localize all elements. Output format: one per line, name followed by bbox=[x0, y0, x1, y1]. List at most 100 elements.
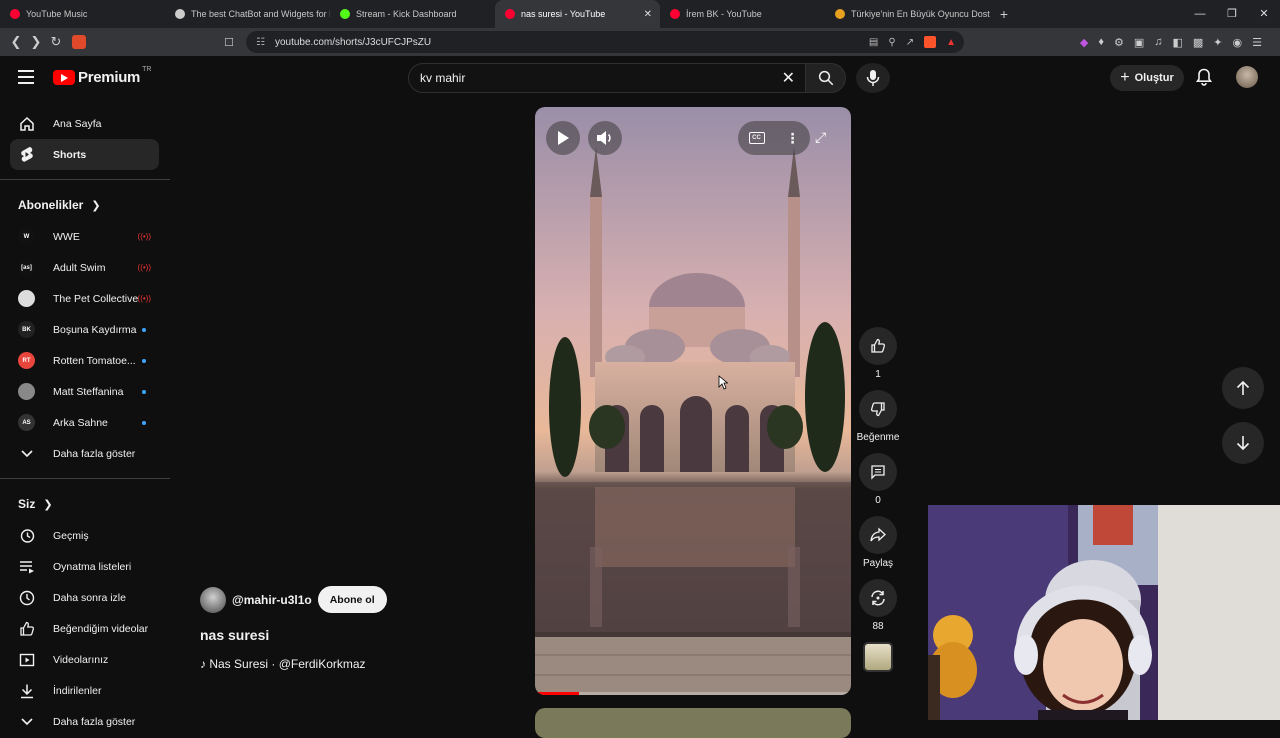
previous-short-button[interactable] bbox=[1222, 367, 1264, 409]
close-window-button[interactable]: ✕ bbox=[1248, 0, 1280, 28]
comment-button[interactable] bbox=[859, 453, 897, 491]
vpn-icon[interactable]: ◉ bbox=[1233, 36, 1243, 49]
browser-tab[interactable]: İrem BK - YouTube bbox=[660, 0, 825, 28]
sidebar-item-download[interactable]: İndirilenler bbox=[0, 675, 159, 706]
create-button[interactable]: + Oluştur bbox=[1110, 65, 1184, 91]
channel-avatar: [as] bbox=[18, 259, 35, 276]
menu-icon[interactable]: ☰ bbox=[1252, 36, 1262, 49]
leo-ai-icon[interactable]: ✦ bbox=[1213, 36, 1222, 49]
comment-count: 0 bbox=[875, 495, 881, 506]
fullscreen-icon[interactable]: ⤢ bbox=[815, 129, 826, 146]
sidebar-subscription-item[interactable]: The Pet Collective ((•)) bbox=[0, 283, 159, 314]
youtube-play-icon bbox=[53, 70, 75, 85]
guide-menu-icon[interactable] bbox=[18, 70, 34, 84]
browser-tab[interactable]: YouTube Music bbox=[0, 0, 165, 28]
next-short-button[interactable] bbox=[1222, 422, 1264, 464]
guide-sidebar: Ana Sayfa Shorts Abonelikler ❯ W WWE ((•))… bbox=[0, 108, 170, 737]
search-input[interactable]: kv mahir ✕ bbox=[408, 63, 806, 93]
zoom-icon[interactable]: ⚲ bbox=[888, 37, 895, 48]
brave-logo-icon[interactable] bbox=[72, 35, 86, 49]
show-more-label: Daha fazla göster bbox=[53, 447, 136, 460]
dislike-button[interactable] bbox=[859, 390, 897, 428]
show-more-label: Daha fazla göster bbox=[53, 715, 136, 728]
share-action: Paylaş bbox=[857, 516, 899, 569]
clear-search-icon[interactable]: ✕ bbox=[782, 68, 795, 88]
remix-icon bbox=[871, 590, 885, 606]
url-field[interactable]: ☷ youtube.com/shorts/J3cUFCJPsZU ▤ ⚲ ↗ ▲ bbox=[246, 31, 964, 53]
browser-tab[interactable]: The best ChatBot and Widgets for Ki bbox=[165, 0, 330, 28]
music-link[interactable]: ♪ Nas Suresi · @FerdiKorkmaz bbox=[200, 657, 387, 671]
sidebar-item-label: Boşuna Kaydırma bbox=[53, 323, 137, 336]
webcam-image bbox=[928, 505, 1280, 720]
wallet-icon[interactable]: ▩ bbox=[1193, 36, 1203, 49]
forward-button[interactable]: ❯ bbox=[26, 34, 46, 50]
new-tab-button[interactable]: + bbox=[990, 6, 1018, 22]
cast-icon[interactable]: ▤ bbox=[869, 37, 878, 48]
maximize-button[interactable]: ❐ bbox=[1216, 0, 1248, 28]
share-page-icon[interactable]: ↗ bbox=[906, 37, 914, 48]
you-header[interactable]: Siz ❯ bbox=[0, 488, 170, 520]
brave-rewards-icon[interactable]: ▲ bbox=[946, 37, 956, 48]
like-count: 1 bbox=[875, 369, 881, 380]
show-more-you[interactable]: Daha fazla göster bbox=[0, 706, 159, 737]
channel-name[interactable]: @mahir-u3l1o bbox=[232, 593, 312, 607]
next-short-preview[interactable] bbox=[535, 708, 851, 738]
extension-icon-1[interactable]: ◆ bbox=[1080, 36, 1088, 49]
browser-tab[interactable]: nas suresi - YouTube ✕ bbox=[495, 0, 660, 28]
account-avatar[interactable] bbox=[1236, 66, 1258, 88]
live-indicator-icon: ((•)) bbox=[137, 294, 151, 303]
extensions-puzzle-icon[interactable]: ⚙ bbox=[1114, 36, 1124, 49]
site-settings-icon[interactable]: ☷ bbox=[256, 37, 265, 48]
search-button[interactable] bbox=[806, 63, 846, 93]
sidebar-item-label: Shorts bbox=[53, 148, 87, 161]
sidebar-item-liked[interactable]: Beğendiğim videolar bbox=[0, 613, 159, 644]
history-icon bbox=[18, 527, 35, 544]
sidebar-subscription-item[interactable]: RT Rotten Tomatoe... bbox=[0, 345, 159, 376]
share-button[interactable] bbox=[859, 516, 897, 554]
sidebar-item-home[interactable]: Ana Sayfa bbox=[0, 108, 159, 139]
back-button[interactable]: ❮ bbox=[6, 34, 26, 50]
like-action: 1 bbox=[857, 327, 899, 380]
sidebar-subscription-item[interactable]: [as] Adult Swim ((•)) bbox=[0, 252, 159, 283]
notifications-button[interactable] bbox=[1195, 68, 1213, 91]
like-button[interactable] bbox=[859, 327, 897, 365]
remix-button[interactable] bbox=[859, 579, 897, 617]
sidebar-item-shorts[interactable]: Shorts bbox=[10, 139, 159, 170]
sound-action bbox=[857, 642, 899, 672]
browser-tab[interactable]: Stream - Kick Dashboard bbox=[330, 0, 495, 28]
captions-icon[interactable]: CC bbox=[748, 132, 765, 144]
browser-tab[interactable]: Türkiye'nin En Büyük Oyuncu Dostu bbox=[825, 0, 990, 28]
subscriptions-header[interactable]: Abonelikler ❯ bbox=[0, 189, 170, 221]
channel-avatar[interactable] bbox=[200, 586, 226, 613]
more-options-icon[interactable]: ⋮ bbox=[786, 131, 800, 145]
sidebar-item-playlist[interactable]: Oynatma listeleri bbox=[0, 551, 159, 582]
sidebar-item-history[interactable]: Geçmiş bbox=[0, 520, 159, 551]
sidebar-subscription-item[interactable]: AS Arka Sahne bbox=[0, 407, 159, 438]
bookmark-icon[interactable]: ☐ bbox=[224, 36, 234, 49]
subscribe-button[interactable]: Abone ol bbox=[317, 586, 387, 613]
show-more-subscriptions[interactable]: Daha fazla göster bbox=[0, 438, 159, 469]
new-content-dot bbox=[142, 389, 146, 394]
sound-thumbnail[interactable] bbox=[863, 642, 893, 672]
shorts-video-player[interactable]: CC ⋮ ⤢ bbox=[535, 107, 851, 695]
sidebar-toggle-icon[interactable]: ◧ bbox=[1172, 36, 1182, 49]
sidebar-subscription-item[interactable]: BK Boşuna Kaydırma bbox=[0, 314, 159, 345]
close-tab-icon[interactable]: ✕ bbox=[644, 9, 652, 20]
extension-icon-3[interactable]: ▣ bbox=[1134, 36, 1144, 49]
extension-icon-2[interactable]: ♦ bbox=[1098, 36, 1104, 48]
minimize-button[interactable]: — bbox=[1184, 0, 1216, 28]
sidebar-subscription-item[interactable]: Matt Steffanina bbox=[0, 376, 159, 407]
subscriptions-title: Abonelikler bbox=[18, 198, 84, 212]
sidebar-item-your-videos[interactable]: Videolarınız bbox=[0, 644, 159, 675]
brave-shields-icon[interactable] bbox=[924, 36, 937, 48]
play-button[interactable] bbox=[546, 121, 580, 155]
progress-bar[interactable] bbox=[535, 692, 851, 695]
reload-button[interactable]: ↻ bbox=[46, 34, 66, 50]
voice-search-button[interactable] bbox=[856, 63, 890, 93]
volume-button[interactable] bbox=[588, 121, 622, 155]
tab-favicon-icon bbox=[670, 9, 680, 19]
sidebar-subscription-item[interactable]: W WWE ((•)) bbox=[0, 221, 159, 252]
youtube-premium-logo[interactable]: Premium TR bbox=[53, 66, 151, 86]
media-control-icon[interactable]: ♫ bbox=[1154, 36, 1162, 48]
sidebar-item-watch-later[interactable]: Daha sonra izle bbox=[0, 582, 159, 613]
